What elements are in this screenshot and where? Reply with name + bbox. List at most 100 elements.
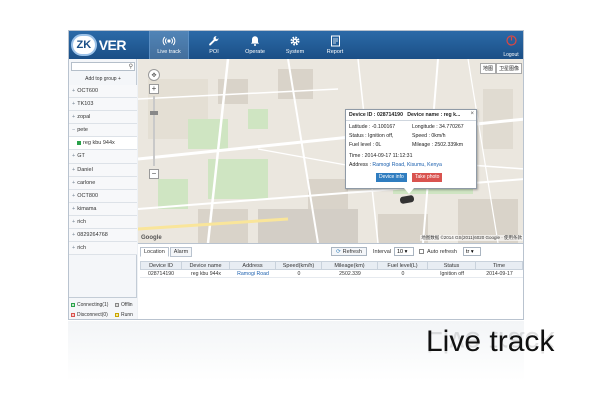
status-value: Ignition off,: [368, 133, 394, 139]
plus-icon: +: [117, 76, 121, 82]
nav-label: System: [285, 49, 305, 55]
app-window: ZK VER Live track POI Operate System Rep…: [68, 30, 524, 320]
status-row: Status : Ignition off,: [349, 133, 393, 139]
longitude-row: Longitude : 34.770267: [412, 124, 464, 130]
map-type-map-button[interactable]: 地图: [479, 63, 496, 74]
nav-poi[interactable]: POI: [194, 31, 234, 59]
gear-icon: [288, 35, 302, 47]
auto-refresh-checkbox[interactable]: [419, 249, 424, 254]
live-track-icon: [162, 35, 176, 47]
expand-icon: +: [72, 245, 76, 252]
group-item[interactable]: + zopal: [69, 111, 137, 125]
interval-value: 10: [397, 249, 404, 255]
group-item[interactable]: − pete: [69, 124, 137, 138]
group-item[interactable]: + TK103: [69, 98, 137, 112]
address-row: Address : Ramogi Road, Kisumu, Kenya: [349, 162, 442, 168]
running-swatch: [115, 313, 119, 317]
pan-control-icon[interactable]: ✥: [148, 69, 160, 81]
refresh-icon: ⟳: [336, 248, 341, 255]
group-label: zopal: [77, 114, 91, 121]
nav-label: POI: [209, 49, 219, 55]
language-select[interactable]: tr ▾: [463, 247, 481, 256]
device-item[interactable]: reg kbu 944x: [69, 137, 137, 151]
column-header[interactable]: Fuel level(L): [378, 261, 428, 270]
popup-pointer: [404, 188, 414, 194]
map-type-satellite-button[interactable]: 卫星图像: [495, 63, 522, 74]
group-label: rich: [77, 245, 87, 252]
interval-select[interactable]: 10 ▾: [394, 247, 414, 256]
group-item[interactable]: + carlone: [69, 176, 137, 190]
column-header[interactable]: Device name: [182, 261, 230, 270]
table-row[interactable]: 028714190 reg kbu 944x Ramogi Road 0 250…: [140, 270, 523, 278]
group-item[interactable]: + kimama: [69, 202, 137, 216]
table-header: Device ID Device name Address Speed(km/h…: [140, 261, 523, 270]
map-attribution[interactable]: 地图数据 ©2014 GS(2011)6020 Google · 使用条款: [420, 235, 523, 241]
column-header[interactable]: Address: [230, 261, 276, 270]
mileage-value: 2502.339km: [434, 142, 464, 148]
offline-swatch: [115, 303, 119, 307]
group-item[interactable]: + rich: [69, 242, 137, 256]
group-item[interactable]: + GT: [69, 150, 137, 164]
fuel-value: 0L: [375, 142, 382, 148]
expand-icon: +: [72, 205, 76, 212]
column-header[interactable]: Speed(km/h): [276, 261, 322, 270]
tab-alarm[interactable]: Alarm: [169, 247, 193, 257]
nav-report[interactable]: Report: [315, 31, 355, 59]
column-header[interactable]: Time: [476, 261, 523, 270]
mileage-row: Mileage : 2502.339km: [412, 142, 463, 148]
longitude-value: 34.770267: [439, 124, 464, 130]
legend-running[interactable]: Runn: [115, 312, 133, 318]
zoom-out-button[interactable]: −: [149, 169, 159, 179]
address-cell-link[interactable]: Ramogi Road: [230, 270, 276, 278]
column-header[interactable]: Status: [428, 261, 476, 270]
legend-connecting[interactable]: Connecting(1): [71, 302, 108, 308]
nav-live-track[interactable]: Live track: [149, 31, 189, 59]
zoom-slider-handle[interactable]: [150, 111, 158, 115]
tab-location[interactable]: Location: [140, 247, 169, 257]
refresh-button[interactable]: ⟳ Refresh: [331, 247, 367, 256]
column-header[interactable]: Mileage(km): [322, 261, 378, 270]
collapse-icon: −: [72, 127, 76, 134]
legend-offline[interactable]: Offlin: [115, 302, 133, 308]
expand-icon: +: [72, 88, 76, 94]
device-table: Device ID Device name Address Speed(km/h…: [140, 261, 523, 278]
fuel-label: Fuel level :: [349, 142, 375, 148]
nav-operate[interactable]: Operate: [235, 31, 275, 59]
device-info-button[interactable]: Device info: [376, 173, 407, 182]
add-group-label: Add top group: [85, 76, 117, 82]
group-item[interactable]: +0829264768: [69, 229, 137, 243]
legend-disconnect[interactable]: Disconnect(0): [71, 312, 108, 318]
add-top-group-button[interactable]: Add top group +: [69, 74, 137, 84]
device-name-label: Device name :: [407, 112, 443, 118]
group-item[interactable]: + OCT600: [69, 85, 137, 99]
device-id-value: 028714190: [376, 112, 403, 118]
address-link[interactable]: Ramogi Road, Kisumu, Kenya: [372, 162, 442, 168]
speed-row: Speed : 0km/h: [412, 133, 445, 139]
bell-icon: [248, 35, 262, 47]
expand-icon: +: [72, 101, 76, 108]
wrench-icon: [207, 35, 221, 47]
table-cell: reg kbu 944x: [182, 270, 230, 278]
online-status-icon: [77, 140, 81, 145]
disconnect-swatch: [71, 313, 75, 317]
column-header[interactable]: Device ID: [140, 261, 182, 270]
take-photo-button[interactable]: Take photo: [412, 173, 443, 182]
close-icon[interactable]: ×: [470, 111, 474, 117]
zoom-in-button[interactable]: +: [149, 84, 159, 94]
top-navigation-bar: ZK VER Live track POI Operate System Rep…: [69, 31, 523, 59]
expand-icon: +: [72, 179, 76, 186]
map-view[interactable]: ✥ + − 地图 卫星图像 Device ID : 028714190 Devi…: [138, 59, 523, 243]
logout-button[interactable]: Logout: [499, 33, 523, 58]
speed-label: Speed :: [412, 133, 430, 139]
nav-system[interactable]: System: [275, 31, 315, 59]
expand-icon: +: [72, 153, 76, 160]
group-item[interactable]: + rich: [69, 215, 137, 230]
group-label: GT: [77, 153, 85, 160]
legend-label: Runn: [121, 312, 133, 318]
group-list: + OCT600 + TK103 + zopal − pete reg kbu 944x…: [69, 85, 137, 256]
zoom-slider[interactable]: [150, 96, 158, 166]
device-search-input[interactable]: ⚲: [71, 62, 135, 71]
group-item[interactable]: + OCT800: [69, 189, 137, 203]
group-label: kimama: [77, 205, 97, 212]
group-item[interactable]: + Daniel: [69, 163, 137, 177]
